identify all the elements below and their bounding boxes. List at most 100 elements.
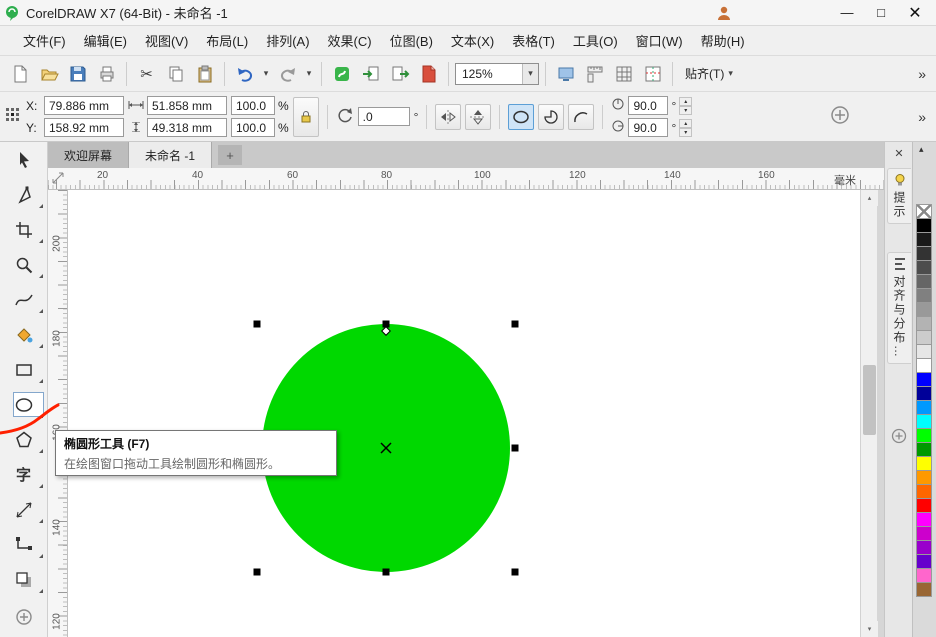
account-icon[interactable] (714, 3, 734, 23)
save-icon[interactable] (64, 60, 91, 87)
show-rulers-icon[interactable] (581, 60, 608, 87)
toolbar-overflow-button[interactable]: » (908, 66, 936, 82)
mirror-vertical-button[interactable] (465, 104, 491, 130)
close-button[interactable]: ✕ (898, 1, 932, 25)
show-grid-icon[interactable] (610, 60, 637, 87)
menu-layout[interactable]: 布局(L) (197, 26, 257, 55)
color-swatch[interactable] (916, 554, 932, 569)
color-swatch[interactable] (916, 316, 932, 331)
no-color-swatch[interactable] (916, 204, 932, 219)
color-swatch[interactable] (916, 400, 932, 415)
object-height-field[interactable]: 49.318 mm (147, 118, 227, 137)
rectangle-tool[interactable] (0, 352, 47, 387)
scale-v-field[interactable]: 100.0 (231, 118, 275, 137)
menu-edit[interactable]: 编辑(E) (75, 26, 136, 55)
zoom-level-select[interactable]: 125% ▾ (455, 63, 539, 85)
lock-ratio-button[interactable] (293, 97, 319, 137)
scale-h-field[interactable]: 100.0 (231, 96, 275, 115)
color-swatch[interactable] (916, 498, 932, 513)
menu-help[interactable]: 帮助(H) (692, 26, 754, 55)
color-swatch[interactable] (916, 540, 932, 555)
arc-end-spinner[interactable]: ▴ ▾ (679, 119, 692, 137)
zoom-tool[interactable] (0, 247, 47, 282)
docker-close-icon[interactable]: ✕ (891, 145, 907, 161)
y-position-field[interactable]: 158.92 mm (44, 118, 124, 137)
new-document-tab-button[interactable]: + (218, 145, 242, 165)
docker-tab-align-distribute[interactable]: 对齐与分布… (887, 252, 911, 364)
mirror-horizontal-button[interactable] (435, 104, 461, 130)
color-swatch[interactable] (916, 302, 932, 317)
horizontal-ruler[interactable]: 20 40 60 80 100 120 140 160 毫米 (48, 168, 884, 190)
color-swatch[interactable] (916, 484, 932, 499)
selection-handle[interactable] (512, 569, 519, 576)
redo-dropdown-caret[interactable]: ▾ (303, 60, 315, 87)
search-content-icon[interactable] (328, 60, 355, 87)
color-swatch[interactable] (916, 218, 932, 233)
scrollbar-thumb[interactable] (863, 365, 876, 435)
arc-start-angle-field[interactable]: 90.0 (628, 96, 668, 115)
menu-bitmaps[interactable]: 位图(B) (381, 26, 442, 55)
freehand-tool[interactable] (0, 282, 47, 317)
fullscreen-preview-icon[interactable] (552, 60, 579, 87)
spin-up-icon[interactable]: ▴ (679, 97, 692, 106)
undo-dropdown-caret[interactable]: ▾ (260, 60, 272, 87)
vertical-ruler[interactable]: 200 180 160 140 120 (48, 190, 68, 637)
menu-view[interactable]: 视图(V) (136, 26, 197, 55)
import-icon[interactable] (357, 60, 384, 87)
color-swatch[interactable] (916, 470, 932, 485)
scroll-up-icon[interactable]: ▴ (861, 190, 878, 206)
zoom-caret-icon[interactable]: ▾ (522, 64, 538, 84)
menu-effects[interactable]: 效果(C) (319, 26, 381, 55)
color-swatch[interactable] (916, 372, 932, 387)
selection-handle[interactable] (512, 321, 519, 328)
color-swatch[interactable] (916, 526, 932, 541)
redo-icon[interactable] (274, 60, 301, 87)
pick-tool[interactable] (0, 142, 47, 177)
pie-mode-button[interactable] (538, 104, 564, 130)
connector-tool[interactable] (0, 527, 47, 562)
color-swatch[interactable] (916, 512, 932, 527)
polygon-tool[interactable] (0, 422, 47, 457)
palette-scroll-up-icon[interactable]: ▴ (919, 144, 924, 155)
menu-window[interactable]: 窗口(W) (627, 26, 692, 55)
menu-text[interactable]: 文本(X) (442, 26, 503, 55)
publish-pdf-icon[interactable] (415, 60, 442, 87)
menu-table[interactable]: 表格(T) (503, 26, 564, 55)
maximize-button[interactable]: □ (864, 1, 898, 25)
arc-end-angle-field[interactable]: 90.0 (628, 118, 668, 137)
color-swatch[interactable] (916, 274, 932, 289)
selection-handle[interactable] (512, 445, 519, 452)
color-swatch[interactable] (916, 358, 932, 373)
object-width-field[interactable]: 51.858 mm (147, 96, 227, 115)
selection-handle[interactable] (254, 569, 261, 576)
color-swatch[interactable] (916, 414, 932, 429)
snap-to-menu[interactable]: 贴齐(T) ▾ (679, 61, 739, 87)
tab-welcome-screen[interactable]: 欢迎屏幕 (48, 142, 129, 168)
tab-untitled-1[interactable]: 未命名 -1 (129, 142, 212, 168)
paste-icon[interactable] (191, 60, 218, 87)
drop-shadow-tool[interactable] (0, 562, 47, 597)
menu-tools[interactable]: 工具(O) (564, 26, 627, 55)
vertical-scrollbar[interactable]: ▴ ▾ (860, 190, 877, 637)
docker-tab-hints[interactable]: 提示 (887, 168, 911, 224)
crop-tool[interactable] (0, 212, 47, 247)
color-swatch[interactable] (916, 442, 932, 457)
docker-add-icon[interactable] (891, 428, 907, 447)
x-position-field[interactable]: 79.886 mm (44, 96, 124, 115)
color-swatch[interactable] (916, 428, 932, 443)
copy-icon[interactable] (162, 60, 189, 87)
ruler-origin-icon[interactable] (51, 171, 65, 188)
drawing-canvas[interactable] (68, 190, 860, 637)
color-swatch[interactable] (916, 568, 932, 583)
spin-down-icon[interactable]: ▾ (679, 128, 692, 137)
add-tool-button[interactable] (0, 597, 47, 637)
rotation-angle-field[interactable]: .0 (358, 107, 410, 126)
arc-mode-button[interactable] (568, 104, 594, 130)
minimize-button[interactable]: — (830, 1, 864, 25)
ellipse-mode-button[interactable] (508, 104, 534, 130)
shape-tool[interactable] (0, 177, 47, 212)
color-swatch[interactable] (916, 344, 932, 359)
smart-fill-tool[interactable] (0, 317, 47, 352)
spin-down-icon[interactable]: ▾ (679, 106, 692, 115)
color-swatch[interactable] (916, 456, 932, 471)
